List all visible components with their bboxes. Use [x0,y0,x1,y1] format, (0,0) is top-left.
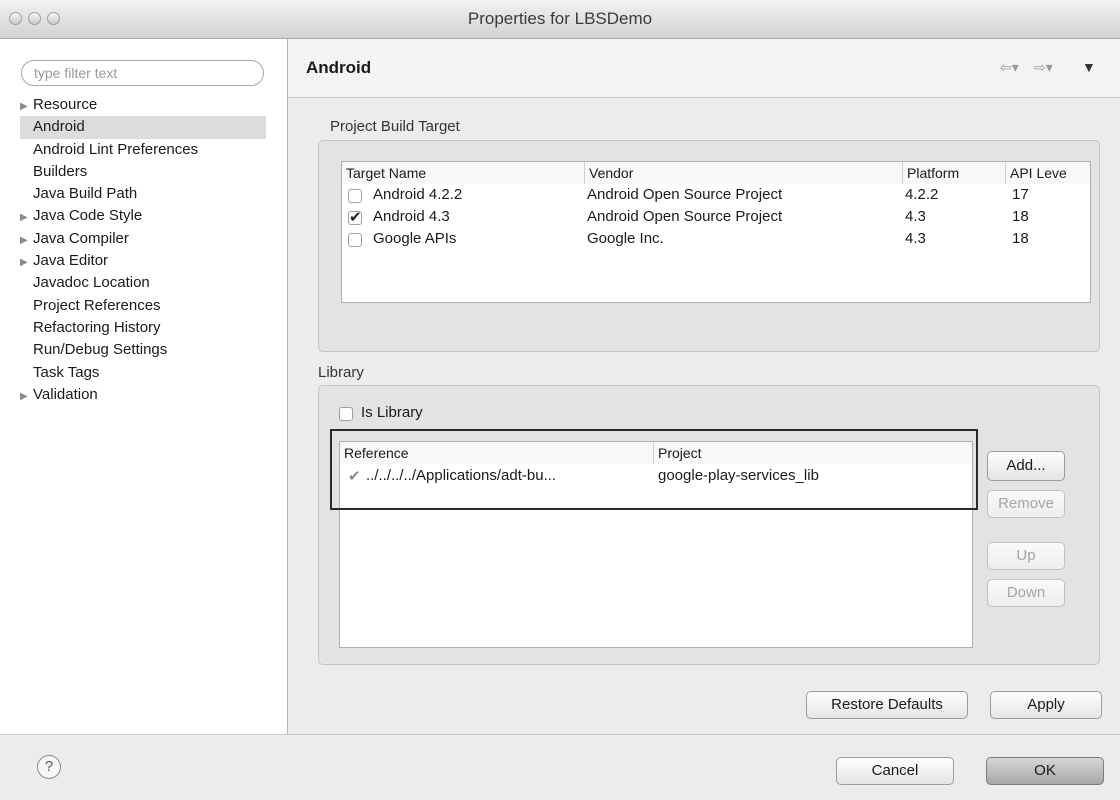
add-library-button[interactable]: Add... [987,451,1065,481]
ok-button[interactable]: OK [986,757,1104,785]
tree-item-label: Run/Debug Settings [33,341,168,359]
tree-item[interactable]: Project References [20,295,280,317]
tree-item-label: Resource [33,96,98,113]
window-title: Properties for LBSDemo [467,9,653,28]
expand-arrow-icon[interactable]: ▶ [20,96,33,118]
tree-item-label: Project References [33,296,161,314]
target-name: Google APIs [373,230,457,247]
target-checkbox[interactable] [348,189,362,203]
column-header-api-level[interactable]: API Leve [1006,162,1090,184]
target-platform: 4.3 [905,208,926,225]
target-platform: 4.3 [905,230,926,247]
column-header-platform[interactable]: Platform [903,162,1006,184]
dialog-button-bar: ? Cancel OK [0,734,1120,800]
target-vendor: Android Open Source Project [587,186,783,203]
remove-library-button[interactable]: Remove [987,490,1065,518]
build-target-group: Target Name Vendor Platform API Leve And… [318,140,1100,352]
tree-item[interactable]: ▶ Java Code Style [20,205,280,227]
category-panel: type filter text ▶ Resource Android Android… [0,39,288,734]
expand-arrow-icon[interactable]: ▶ [20,386,33,408]
tree-item[interactable]: ▶ Resource [20,94,280,116]
tree-item-label: Validation [33,385,98,403]
forward-arrow-icon[interactable]: ⇨▾ [1034,59,1053,76]
expand-arrow-icon[interactable]: ▶ [20,230,33,252]
tree-item[interactable]: Android [20,116,266,139]
properties-window: Properties for LBSDemo type filter text … [0,0,1120,800]
view-menu-icon[interactable]: ▼ [1082,59,1096,75]
target-vendor: Google Inc. [587,230,664,247]
tree-item[interactable]: Javadoc Location [20,272,280,294]
tree-item[interactable]: ▶ Java Compiler [20,228,280,250]
target-api: 18 [1012,208,1029,225]
tree-item-label: Java Compiler [33,229,129,247]
target-api: 18 [1012,230,1029,247]
category-tree: ▶ Resource Android Android Lint Preferences… [20,94,280,406]
tree-item-label: Builders [33,162,88,180]
tree-item[interactable]: Run/Debug Settings [20,339,280,361]
target-name: Android 4.2.2 [373,186,463,203]
library-group: Is Library Reference Project ✔ ../../../… [318,385,1100,665]
tree-item-label: Android [33,118,85,136]
restore-defaults-button[interactable]: Restore Defaults [806,691,968,719]
expand-arrow-icon[interactable]: ▶ [20,207,33,229]
tree-item-label: Java Build Path [33,185,138,203]
move-down-button[interactable]: Down [987,579,1065,607]
is-library-checkbox[interactable] [339,407,353,421]
expand-arrow-icon[interactable]: ▶ [20,252,33,274]
cancel-button[interactable]: Cancel [836,757,954,785]
tree-item-label: Javadoc Location [33,274,150,292]
page-title: Android [306,58,372,77]
target-vendor: Android Open Source Project [587,208,783,225]
apply-button[interactable]: Apply [990,691,1102,719]
tree-item-label: Task Tags [33,363,100,381]
tree-item[interactable]: ▶ Java Editor [20,250,280,272]
library-group-label: Library [318,364,364,381]
tree-item[interactable]: Builders [20,161,280,183]
tree-item[interactable]: Java Build Path [20,183,280,205]
tree-item[interactable]: Task Tags [20,362,280,384]
back-arrow-icon[interactable]: ⇦▾ [1000,59,1019,76]
target-platform: 4.2.2 [905,186,939,203]
target-name: Android 4.3 [373,208,450,225]
target-checkbox[interactable] [348,233,362,247]
column-header-vendor[interactable]: Vendor [585,162,903,184]
build-target-group-label: Project Build Target [330,118,460,135]
tree-item-label: Java Code Style [33,207,143,225]
tree-item-label: Java Editor [33,252,109,270]
title-bar: Properties for LBSDemo [0,0,1120,39]
tree-item-label: Android Lint Preferences [33,140,199,158]
tree-item[interactable]: Refactoring History [20,317,280,339]
build-target-table: Target Name Vendor Platform API Leve And… [341,161,1091,303]
target-api: 17 [1012,186,1029,203]
tree-item[interactable]: Android Lint Preferences [20,139,280,161]
tree-item-label: Refactoring History [33,318,161,336]
tree-item[interactable]: ▶ Validation [20,384,280,406]
filter-input[interactable]: type filter text [21,60,264,86]
target-checkbox[interactable] [348,208,362,226]
highlight-box [330,429,978,510]
move-up-button[interactable]: Up [987,542,1065,570]
help-icon[interactable]: ? [37,755,61,779]
page-header: Android ⇦▾ ⇨▾ ▼ [288,39,1120,98]
is-library-label: Is Library [361,404,423,421]
column-header-target-name[interactable]: Target Name [342,162,585,184]
property-page: Android ⇦▾ ⇨▾ ▼ Project Build Target Tar… [288,39,1120,734]
